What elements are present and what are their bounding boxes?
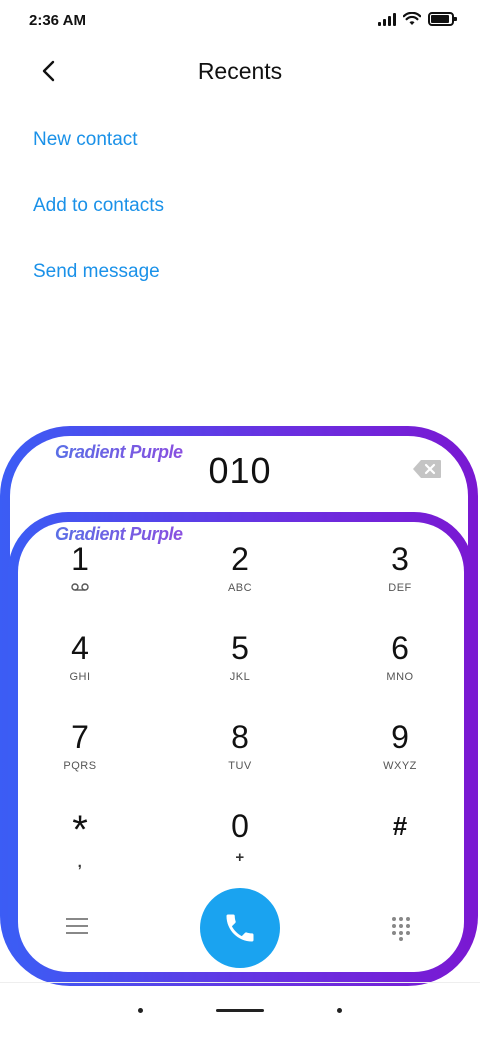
key-digit: 0 bbox=[231, 808, 249, 844]
key-digit: 6 bbox=[391, 630, 409, 666]
key-star[interactable]: * , bbox=[25, 810, 135, 886]
key-digit: 8 bbox=[231, 719, 249, 755]
key-5[interactable]: 5 JKL bbox=[185, 629, 295, 705]
key-letters: + bbox=[235, 849, 245, 866]
key-letters: PQRS bbox=[63, 760, 97, 772]
key-digit: * bbox=[72, 808, 88, 852]
new-contact-link[interactable]: New contact bbox=[33, 129, 138, 151]
key-digit: 4 bbox=[71, 630, 89, 666]
key-digit: 2 bbox=[231, 541, 249, 577]
key-3[interactable]: 3 DEF bbox=[345, 540, 455, 616]
nav-home-button[interactable] bbox=[216, 1009, 264, 1012]
key-9[interactable]: 9 WXYZ bbox=[345, 718, 455, 794]
key-4[interactable]: 4 GHI bbox=[25, 629, 135, 705]
key-letters: , bbox=[77, 854, 83, 871]
key-letters: WXYZ bbox=[383, 760, 417, 772]
key-6[interactable]: 6 MNO bbox=[345, 629, 455, 705]
menu-icon[interactable] bbox=[66, 918, 88, 936]
key-hash[interactable]: # bbox=[345, 807, 455, 883]
key-letters: JKL bbox=[229, 671, 251, 683]
key-0[interactable]: 0 + bbox=[185, 807, 295, 883]
wifi-icon bbox=[403, 12, 421, 25]
voicemail-icon bbox=[71, 583, 89, 591]
dialpad-icon[interactable] bbox=[392, 917, 412, 941]
key-letters: MNO bbox=[386, 671, 414, 683]
status-icons bbox=[378, 12, 457, 26]
key-8[interactable]: 8 TUV bbox=[185, 718, 295, 794]
key-digit: 7 bbox=[71, 719, 89, 755]
backspace-icon[interactable] bbox=[412, 459, 442, 479]
page-title: Recents bbox=[197, 58, 283, 84]
send-message-link[interactable]: Send message bbox=[33, 261, 160, 283]
dialed-number: 010 bbox=[208, 450, 272, 491]
status-time: 2:36 AM bbox=[29, 12, 86, 29]
key-letters: ABC bbox=[227, 582, 253, 594]
nav-back-button[interactable] bbox=[337, 1008, 342, 1013]
key-letters: DEF bbox=[388, 582, 412, 594]
key-digit: 9 bbox=[391, 719, 409, 755]
key-digit: 3 bbox=[391, 541, 409, 577]
key-2[interactable]: 2 ABC bbox=[185, 540, 295, 616]
key-letters: GHI bbox=[69, 671, 91, 683]
nav-recents-button[interactable] bbox=[138, 1008, 143, 1013]
key-digit: # bbox=[392, 811, 408, 841]
cellular-signal-icon bbox=[378, 12, 396, 26]
status-bar: 2:36 AM bbox=[0, 0, 480, 44]
key-digit: 5 bbox=[231, 630, 249, 666]
call-button[interactable] bbox=[200, 888, 280, 968]
battery-icon bbox=[428, 12, 457, 26]
nav-divider bbox=[0, 982, 480, 983]
key-letters: TUV bbox=[228, 760, 252, 772]
key-digit: 1 bbox=[71, 541, 89, 577]
phone-icon bbox=[226, 914, 254, 942]
key-7[interactable]: 7 PQRS bbox=[25, 718, 135, 794]
add-to-contacts-link[interactable]: Add to contacts bbox=[33, 195, 164, 217]
key-1[interactable]: 1 bbox=[25, 540, 135, 616]
